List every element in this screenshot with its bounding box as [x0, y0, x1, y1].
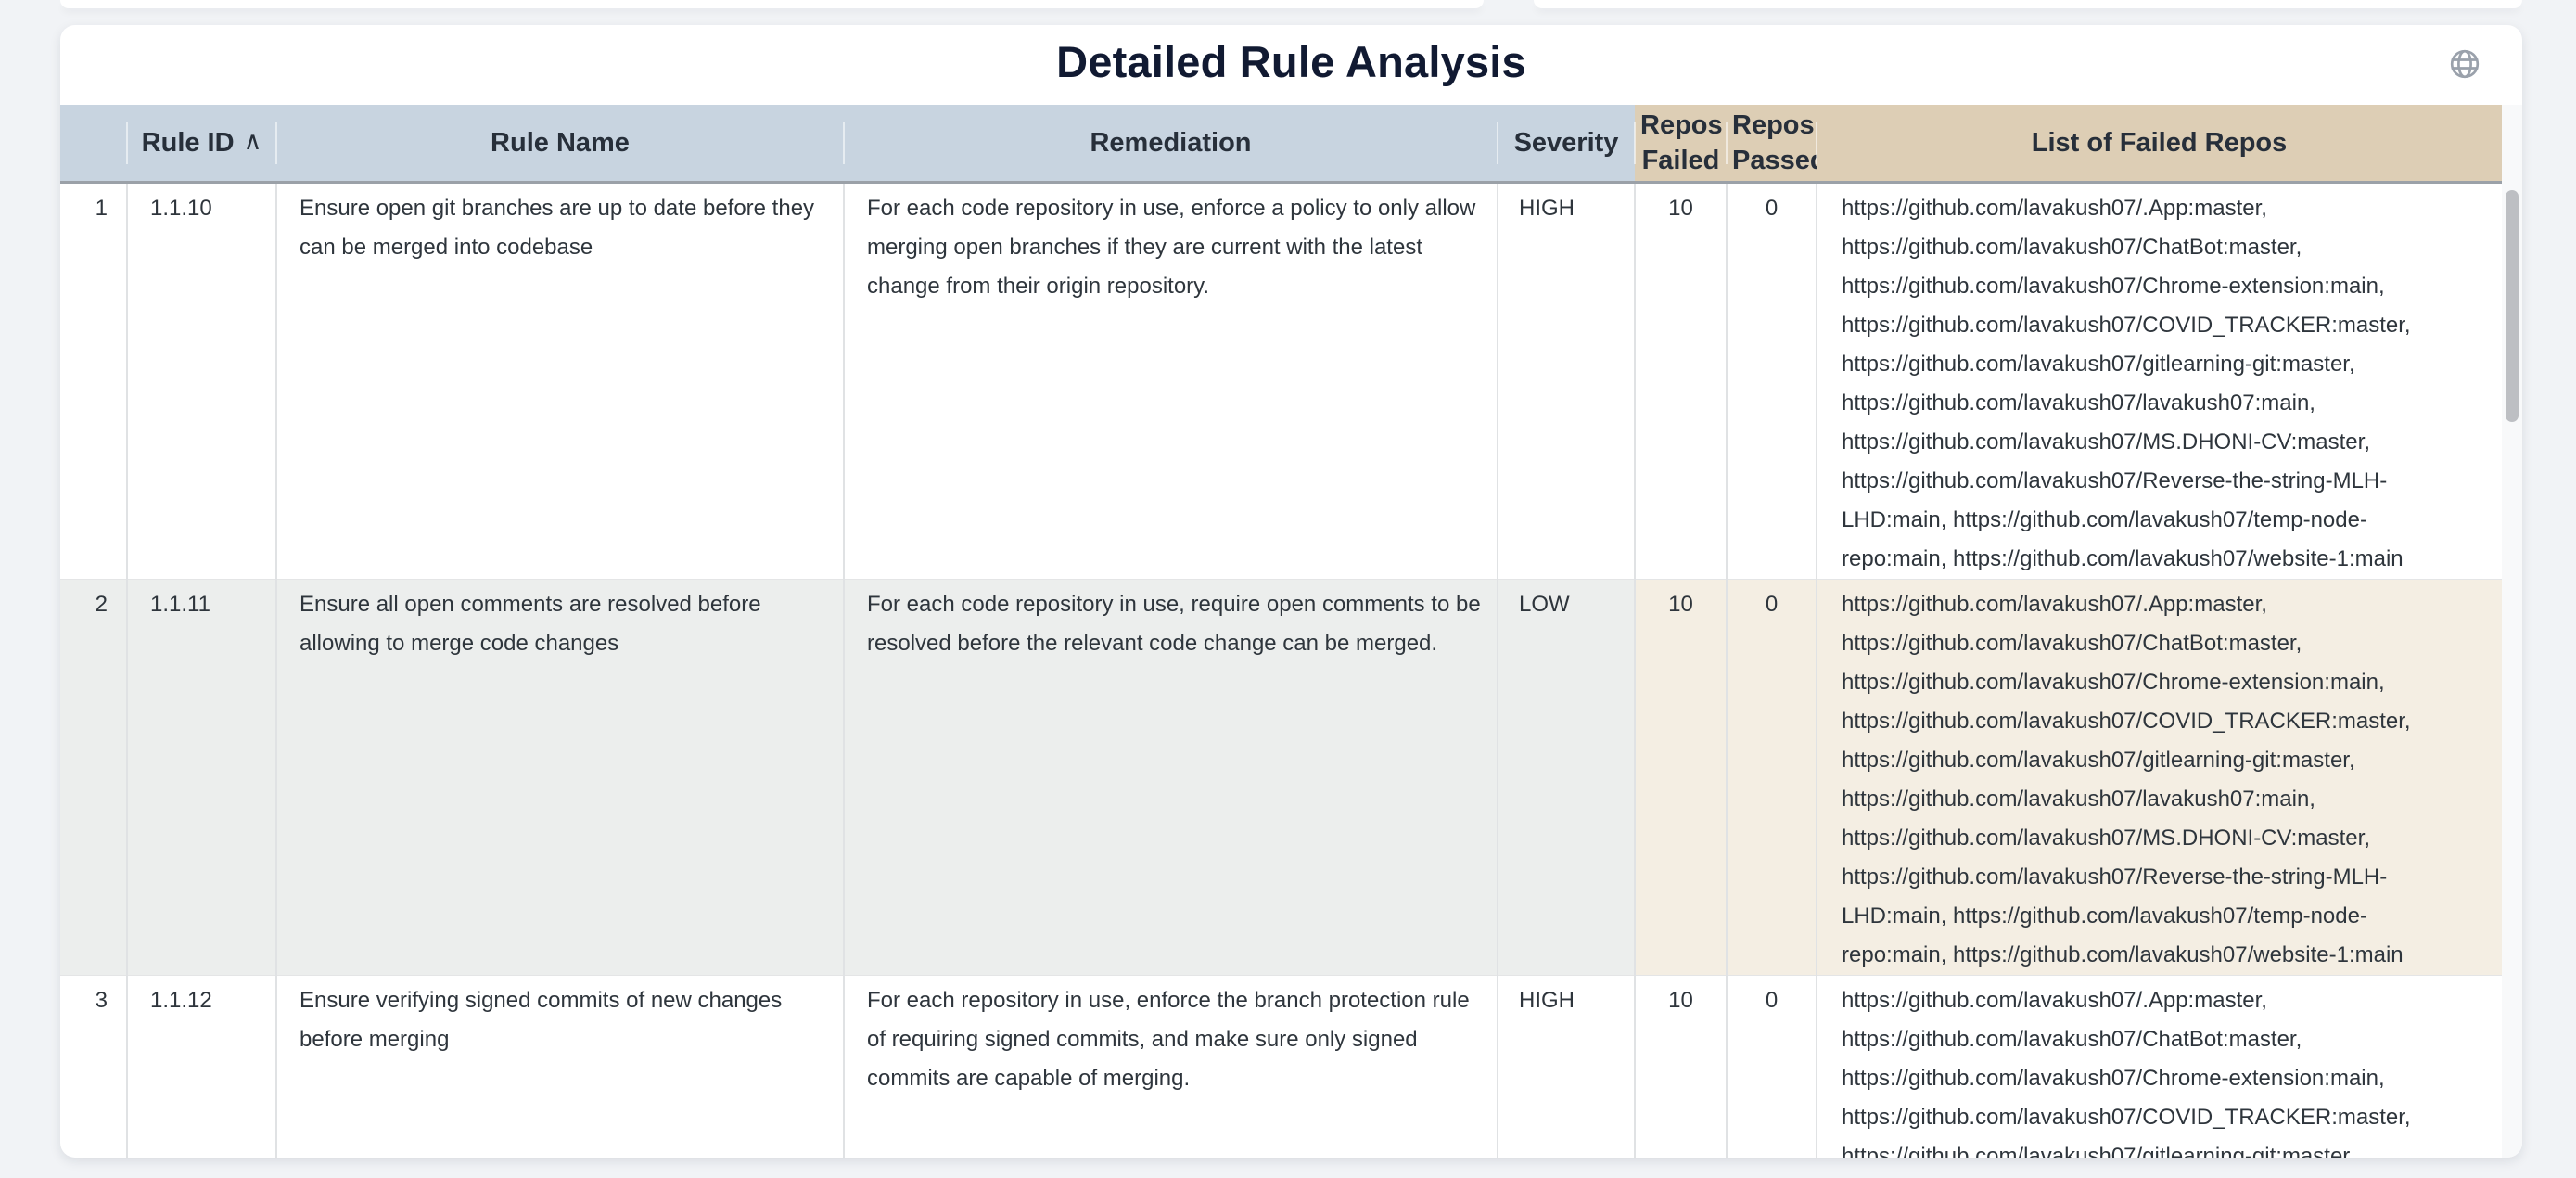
header-row: Rule ID∧ Rule Name Remediation Severity … [60, 105, 2502, 182]
cell-remediation: For each code repository in use, require… [844, 579, 1498, 975]
cell-repos-passed: 0 [1727, 975, 1817, 1158]
cell-rule-id: 1.1.10 [127, 182, 276, 579]
vertical-scrollbar[interactable] [2502, 105, 2522, 1158]
column-header-repos-passed[interactable]: Repos Passed [1727, 105, 1817, 182]
upper-right-card-edge [1534, 0, 2522, 8]
cell-remediation: For each repository in use, enforce the … [844, 975, 1498, 1158]
column-header-failed-repos-list[interactable]: List of Failed Repos [1817, 105, 2502, 182]
cell-failed-repos-list: https://github.com/lavakush07/.App:maste… [1817, 579, 2502, 975]
cell-severity: LOW [1498, 579, 1635, 975]
cell-rule-name: Ensure verifying signed commits of new c… [276, 975, 844, 1158]
rule-analysis-table: Rule ID∧ Rule Name Remediation Severity … [60, 105, 2502, 1158]
table-row: 2 1.1.11 Ensure all open comments are re… [60, 579, 2502, 975]
globe-icon[interactable] [2448, 47, 2481, 81]
column-header-rule-id-label: Rule ID [142, 128, 235, 158]
row-index: 3 [60, 975, 127, 1158]
cell-repos-failed: 10 [1635, 182, 1727, 579]
column-header-rule-name[interactable]: Rule Name [276, 105, 844, 182]
cell-repos-passed: 0 [1727, 182, 1817, 579]
row-index: 1 [60, 182, 127, 579]
column-header-index[interactable] [60, 105, 127, 182]
table-row: 3 1.1.12 Ensure verifying signed commits… [60, 975, 2502, 1158]
column-header-remediation[interactable]: Remediation [844, 105, 1498, 182]
cell-rule-name: Ensure all open comments are resolved be… [276, 579, 844, 975]
cell-severity: HIGH [1498, 975, 1635, 1158]
column-header-rule-id[interactable]: Rule ID ∧ [127, 105, 276, 182]
cell-rule-name: Ensure open git branches are up to date … [276, 182, 844, 579]
cell-rule-id: 1.1.11 [127, 579, 276, 975]
column-header-severity[interactable]: Severity [1498, 105, 1635, 182]
cell-failed-repos-list: https://github.com/lavakush07/.App:maste… [1817, 182, 2502, 579]
cell-repos-failed: 10 [1635, 975, 1727, 1158]
cell-failed-repos-list: https://github.com/lavakush07/.App:maste… [1817, 975, 2502, 1158]
cell-repos-passed: 0 [1727, 579, 1817, 975]
cell-rule-id: 1.1.12 [127, 975, 276, 1158]
page-title: Detailed Rule Analysis [60, 36, 2522, 87]
cell-severity: HIGH [1498, 182, 1635, 579]
column-header-repos-failed[interactable]: Repos Failed [1635, 105, 1727, 182]
detailed-rule-analysis-card: Detailed Rule Analysis Rule ID ∧ Rule Nam… [60, 25, 2522, 1158]
cell-repos-failed: 10 [1635, 579, 1727, 975]
sort-ascending-icon[interactable]: ∧ [244, 127, 262, 155]
table-row: 1 1.1.10 Ensure open git branches are up… [60, 182, 2502, 579]
scrollbar-thumb[interactable] [2506, 190, 2519, 422]
upper-left-card-edge [60, 0, 1484, 8]
cell-remediation: For each code repository in use, enforce… [844, 182, 1498, 579]
row-index: 2 [60, 579, 127, 975]
